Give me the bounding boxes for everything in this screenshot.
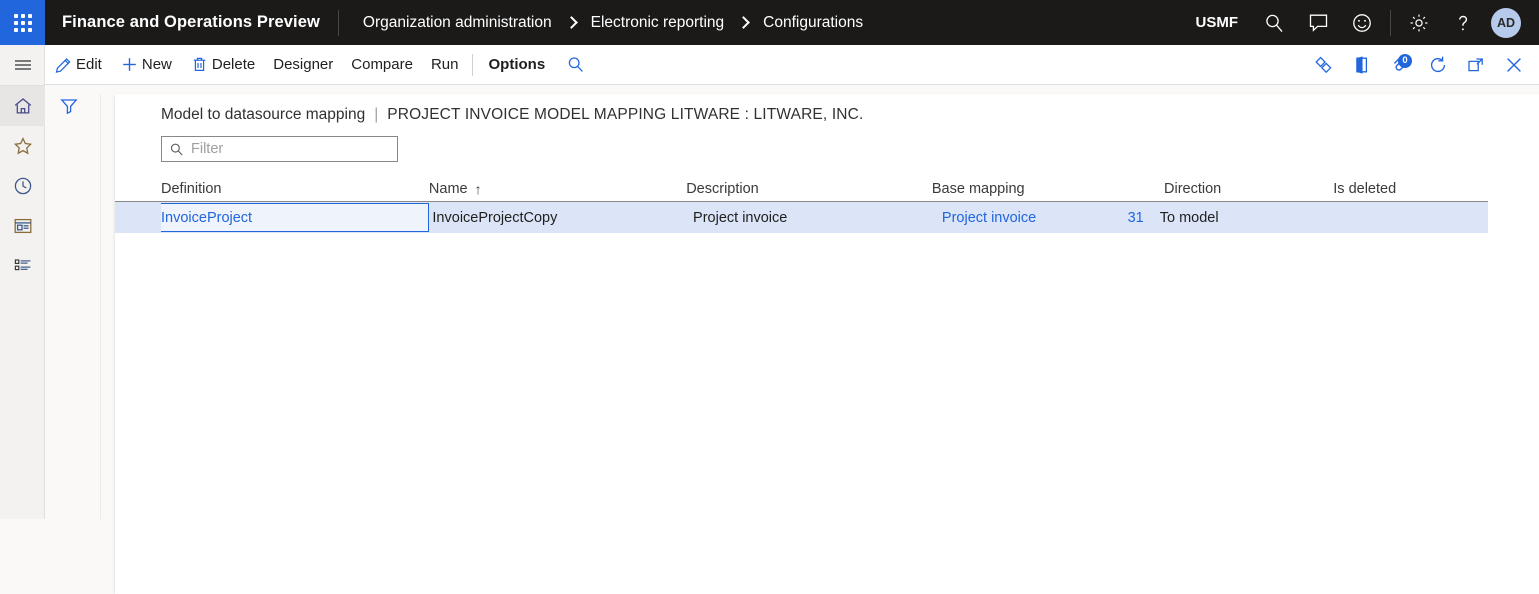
work-surface: Model to datasource mapping | PROJECT IN… <box>45 86 1539 519</box>
feedback-icon[interactable] <box>1296 0 1340 45</box>
workspaces-icon[interactable] <box>0 206 45 246</box>
delete-label: Delete <box>212 56 255 73</box>
command-bar: Edit New Delete Designer Compare Run Opt… <box>45 45 1539 85</box>
search-icon <box>169 142 184 157</box>
attachments-icon[interactable]: 0 <box>1381 45 1419 85</box>
page-header: Model to datasource mapping | PROJECT IN… <box>115 94 1539 124</box>
breadcrumb: Organization administration Electronic r… <box>339 14 865 32</box>
cell-name[interactable]: InvoiceProjectCopy <box>432 210 693 226</box>
filter-input[interactable] <box>189 140 390 158</box>
cell-base-mapping[interactable]: Project invoice 31 <box>942 210 1160 226</box>
base-mapping-count: 31 <box>1128 210 1144 226</box>
column-header-is-deleted[interactable]: Is deleted <box>1333 181 1488 197</box>
app-launcher-button[interactable] <box>0 0 45 45</box>
quick-filter[interactable] <box>161 136 398 162</box>
home-icon[interactable] <box>0 86 45 126</box>
help-icon[interactable] <box>1441 0 1485 45</box>
top-header: Finance and Operations Preview Organizat… <box>0 0 1539 45</box>
header-divider-2 <box>1390 10 1391 36</box>
page-subtitle: PROJECT INVOICE MODEL MAPPING LITWARE : … <box>387 106 863 124</box>
favorites-star-icon[interactable] <box>0 126 45 166</box>
refresh-icon[interactable] <box>1419 45 1457 85</box>
hamburger-menu-icon[interactable] <box>0 45 45 85</box>
chevron-right-icon <box>565 16 578 29</box>
new-button[interactable]: New <box>111 45 181 85</box>
personalize-icon[interactable] <box>1305 45 1343 85</box>
column-header-base-mapping-label: Base mapping <box>932 181 1025 197</box>
filter-box-wrapper <box>115 124 1539 162</box>
data-grid: Definition Name ↑ Description Base mappi… <box>115 176 1539 233</box>
trash-icon <box>190 55 209 74</box>
column-header-definition[interactable]: Definition <box>161 181 429 197</box>
edit-label: Edit <box>76 56 102 73</box>
cell-definition[interactable]: InvoiceProject <box>161 203 432 232</box>
pencil-icon <box>54 55 73 74</box>
sort-ascending-icon: ↑ <box>475 182 482 196</box>
delete-button[interactable]: Delete <box>181 45 264 85</box>
cell-direction[interactable]: To model <box>1160 210 1331 226</box>
navigation-rail <box>0 45 45 519</box>
designer-button[interactable]: Designer <box>264 45 342 85</box>
search-icon <box>566 55 585 74</box>
company-selector[interactable]: USMF <box>1182 14 1253 31</box>
column-header-name-label: Name <box>429 181 468 197</box>
gear-icon[interactable] <box>1397 0 1441 45</box>
filter-funnel-icon[interactable] <box>45 86 92 126</box>
cell-description[interactable]: Project invoice <box>693 210 942 226</box>
command-search-button[interactable] <box>557 45 597 85</box>
app-launcher-icon <box>14 14 32 32</box>
new-label: New <box>142 56 172 73</box>
open-in-new-window-icon[interactable] <box>1457 45 1495 85</box>
open-in-office-icon[interactable] <box>1343 45 1381 85</box>
page-title: Model to datasource mapping <box>161 106 365 124</box>
compare-button[interactable]: Compare <box>342 45 422 85</box>
base-mapping-link[interactable]: Project invoice <box>942 210 1036 226</box>
column-header-direction[interactable]: Direction <box>1164 181 1333 197</box>
plus-icon <box>120 55 139 74</box>
column-header-definition-label: Definition <box>161 181 221 197</box>
run-button[interactable]: Run <box>422 45 468 85</box>
chevron-right-icon <box>737 16 750 29</box>
grid-header-row: Definition Name ↑ Description Base mappi… <box>115 176 1488 202</box>
app-title[interactable]: Finance and Operations Preview <box>45 13 338 32</box>
breadcrumb-item-2[interactable]: Configurations <box>761 14 865 32</box>
edit-button[interactable]: Edit <box>45 45 111 85</box>
breadcrumb-item-1[interactable]: Electronic reporting <box>589 14 727 32</box>
options-button[interactable]: Options <box>477 45 558 85</box>
breadcrumb-item-0[interactable]: Organization administration <box>361 14 554 32</box>
column-header-description[interactable]: Description <box>686 181 932 197</box>
column-header-name[interactable]: Name ↑ <box>429 181 686 197</box>
content-card: Model to datasource mapping | PROJECT IN… <box>115 94 1539 594</box>
column-header-is-deleted-label: Is deleted <box>1333 181 1396 197</box>
attachments-badge: 0 <box>1398 54 1412 68</box>
header-actions: USMF <box>1182 0 1539 45</box>
column-header-base-mapping[interactable]: Base mapping <box>932 181 1164 197</box>
command-divider <box>472 54 473 76</box>
close-icon[interactable] <box>1495 45 1533 85</box>
pane-divider <box>100 94 101 519</box>
table-row[interactable]: InvoiceProject InvoiceProjectCopy Projec… <box>115 202 1488 233</box>
filter-pane <box>45 86 92 519</box>
smiley-icon[interactable] <box>1340 0 1384 45</box>
modules-list-icon[interactable] <box>0 246 45 286</box>
recent-clock-icon[interactable] <box>0 166 45 206</box>
page-title-separator: | <box>365 106 387 124</box>
column-header-description-label: Description <box>686 181 759 197</box>
column-header-direction-label: Direction <box>1164 181 1221 197</box>
avatar[interactable]: AD <box>1491 8 1521 38</box>
definition-value: InvoiceProject <box>161 210 252 226</box>
command-bar-right: 0 <box>1305 45 1539 85</box>
definition-active-cell[interactable]: InvoiceProject <box>161 203 429 232</box>
search-icon[interactable] <box>1252 0 1296 45</box>
